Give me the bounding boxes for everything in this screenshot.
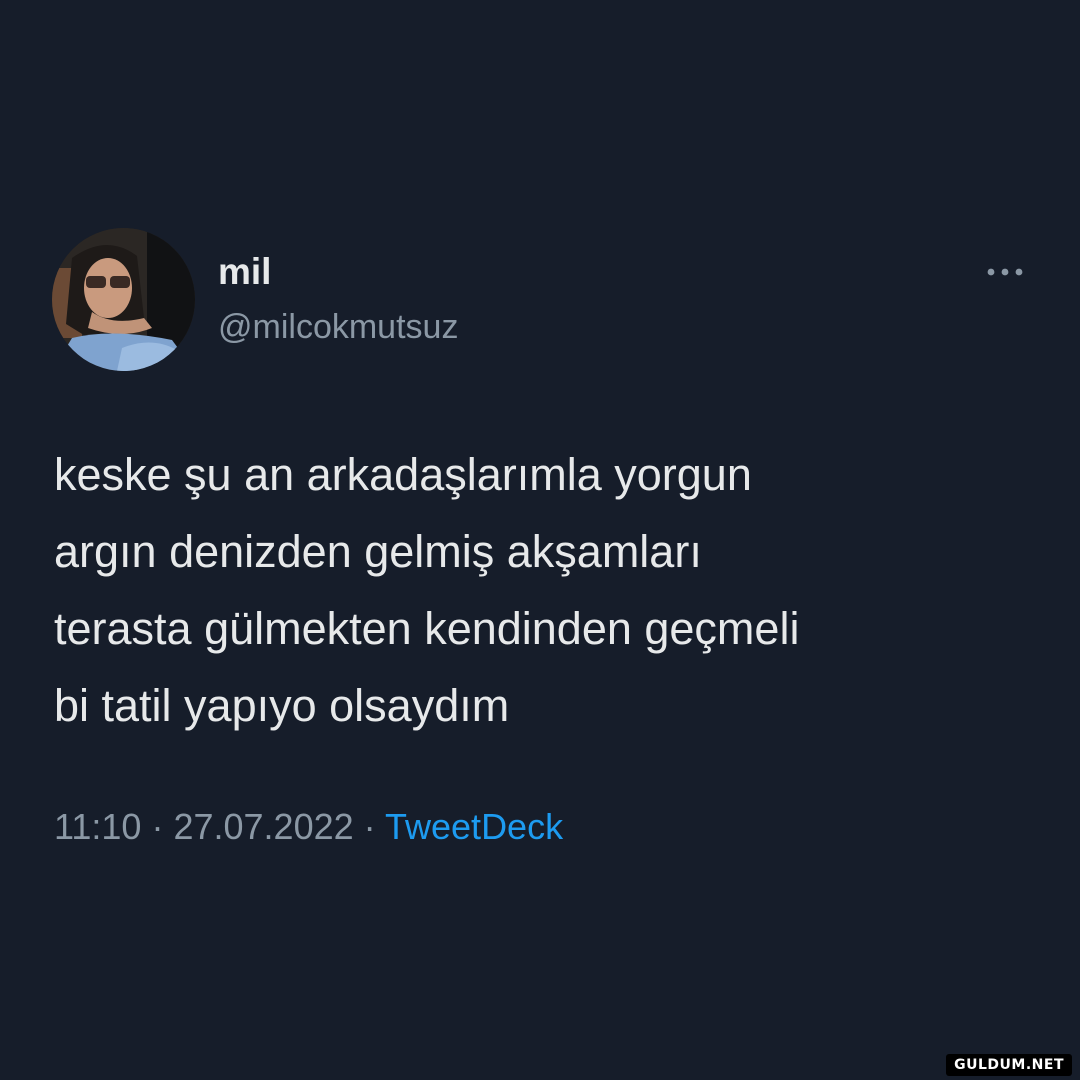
user-handle[interactable]: @milcokmutsuz (218, 306, 458, 348)
ellipsis-icon (987, 268, 1023, 276)
avatar[interactable] (52, 228, 195, 371)
avatar-photo (52, 228, 195, 371)
tweet-time[interactable]: 11:10 (54, 806, 141, 847)
tweet-line: bi tatil yapıyo olsaydım (54, 680, 510, 731)
display-name[interactable]: mil (218, 250, 271, 294)
tweet-line: terasta gülmekten kendinden geçmeli (54, 603, 800, 654)
tweet-meta: 11:10 · 27.07.2022 · TweetDeck (54, 804, 563, 850)
meta-separator: · (363, 806, 376, 847)
tweet-line: argın denizden gelmiş akşamları (54, 526, 702, 577)
watermark: GULDUM.NET (946, 1054, 1072, 1076)
tweet-source-link[interactable]: TweetDeck (385, 806, 563, 847)
more-options-button[interactable] (978, 254, 1032, 290)
meta-separator: · (151, 806, 164, 847)
tweet-date[interactable]: 27.07.2022 (173, 806, 353, 847)
tweet-text: keske şu an arkadaşlarımla yorgun argın … (54, 436, 1044, 744)
tweet-line: keske şu an arkadaşlarımla yorgun (54, 449, 752, 500)
